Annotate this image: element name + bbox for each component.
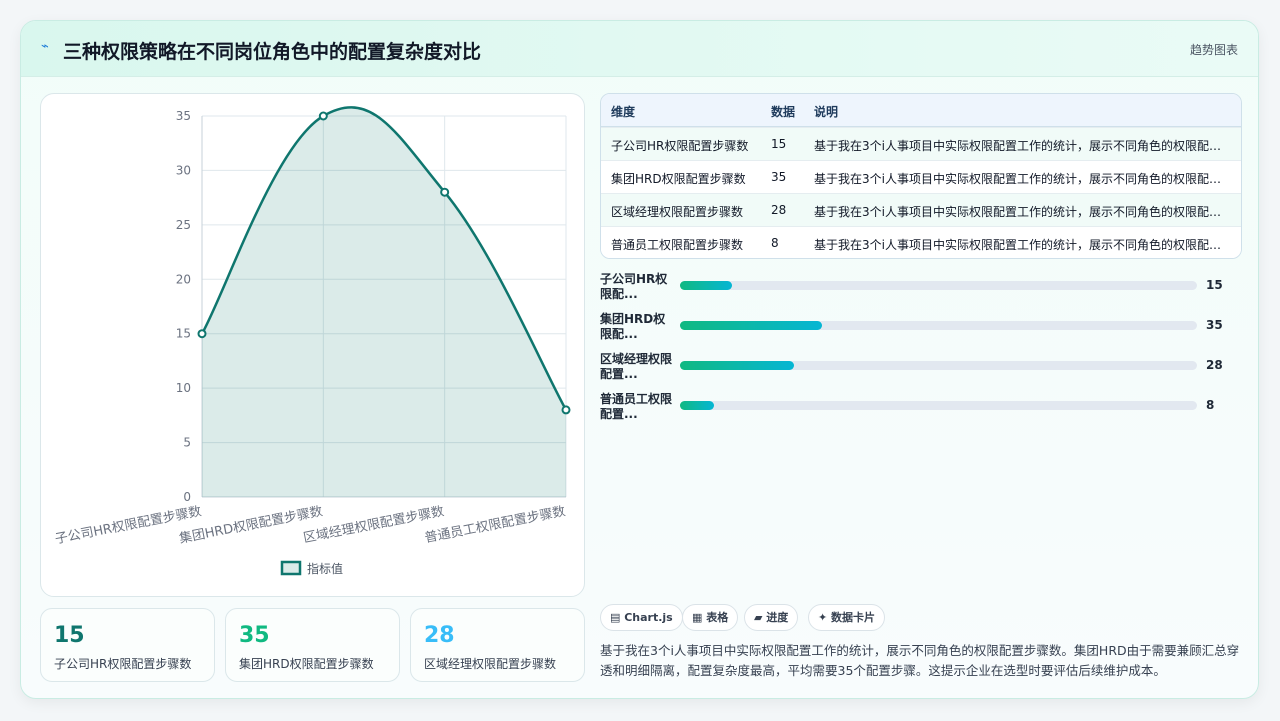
progress-fill (680, 281, 732, 290)
y-tick-label: 5 (183, 436, 191, 450)
main-card: ⌁ 三种权限策略在不同岗位角色中的配置复杂度对比 趋势图表 0 5 10 15 20 25… (20, 20, 1259, 699)
progress-row: 子公司HR权限配... 15 (600, 272, 1240, 306)
chip-table[interactable]: ▦ 表格 (682, 604, 739, 631)
x-tick-label: 区域经理权限配置步骤数 (302, 503, 445, 546)
table-cell: 8 (771, 236, 779, 250)
y-tick-label: 0 (183, 490, 191, 504)
progress-label: 普通员工权限配置... (600, 392, 673, 421)
stat-value: 15 (54, 623, 85, 648)
legend-swatch (280, 560, 302, 576)
chip-progress[interactable]: ▰ 进度 (744, 604, 799, 631)
stat-label: 区域经理权限配置步骤数 (424, 657, 557, 671)
table-row: 区域经理权限配置步骤数 28 基于我在3个i人事项目中实际权限配置工作的统计，展… (601, 193, 1241, 226)
stat-label: 集团HRD权限配置步骤数 (239, 657, 374, 671)
description-text: 基于我在3个i人事项目中实际权限配置工作的统计，展示不同角色的权限配置步骤数。集… (600, 643, 1240, 678)
chart-type-tag: 趋势图表 (1189, 43, 1238, 57)
progress-value: 8 (1206, 398, 1215, 412)
stat-value: 35 (239, 623, 270, 648)
area-chart: 05101520253035子公司HR权限配置步骤数集团HRD权限配置步骤数区域… (54, 106, 571, 576)
data-point (561, 405, 571, 415)
progress-value: 15 (1206, 278, 1223, 292)
chip-chartjs[interactable]: ▤ Chart.js (600, 604, 683, 631)
table-header-cell: 数据 (771, 105, 796, 119)
progress-track (680, 321, 1197, 330)
progress-row: 区域经理权限配置... 28 (600, 352, 1240, 386)
progress-value: 35 (1206, 318, 1223, 332)
progress-label: 子公司HR权限配... (600, 272, 668, 301)
y-tick-label: 25 (176, 218, 191, 232)
table-cell: 28 (771, 203, 787, 217)
page-title: 三种权限策略在不同岗位角色中的配置复杂度对比 (63, 41, 482, 63)
card-header: ⌁ 三种权限策略在不同岗位角色中的配置复杂度对比 趋势图表 (21, 21, 1258, 77)
table-cell: 基于我在3个i人事项目中实际权限配置工作的统计，展示不同角色的权限配置步骤数。 (814, 172, 1224, 186)
progress-label: 集团HRD权限配... (600, 312, 666, 341)
y-tick-label: 35 (176, 109, 191, 123)
data-point (318, 111, 328, 121)
bolt-icon: ⌁ (41, 39, 49, 54)
table-row: 集团HRD权限配置步骤数 35 基于我在3个i人事项目中实际权限配置工作的统计，… (601, 160, 1241, 193)
stat-card-1: 15 子公司HR权限配置步骤数 (40, 608, 215, 682)
progress-track (680, 281, 1197, 290)
y-tick-label: 15 (176, 327, 191, 341)
table-cell: 基于我在3个i人事项目中实际权限配置工作的统计，展示不同角色的权限配置步骤数。 (814, 205, 1224, 219)
progress-value: 28 (1206, 358, 1223, 372)
chart-panel: 0 5 10 15 20 25 30 35 子公司HR权限配置步骤数 集团HRD权限配置步骤数 区域… (40, 93, 585, 597)
progress-fill (680, 361, 794, 370)
table-cell: 子公司HR权限配置步骤数 (611, 139, 749, 153)
table-header-row: 维度 数据 说明 (601, 94, 1241, 127)
stat-card-2: 35 集团HRD权限配置步骤数 (225, 608, 400, 682)
y-tick-label: 20 (176, 272, 191, 286)
chip-data-card[interactable]: ✦ 数据卡片 (808, 604, 886, 631)
progress-row: 集团HRD权限配... 35 (600, 312, 1240, 346)
progress-track (680, 361, 1197, 370)
data-point (440, 187, 450, 197)
y-tick-label: 10 (176, 381, 191, 395)
table-row: 普通员工权限配置步骤数 8 基于我在3个i人事项目中实际权限配置工作的统计，展示… (601, 226, 1241, 258)
table-cell: 区域经理权限配置步骤数 (611, 205, 744, 219)
x-tick-label: 普通员工权限配置步骤数 (423, 503, 566, 546)
legend-label: 指标值 (307, 561, 343, 576)
stat-label: 子公司HR权限配置步骤数 (54, 657, 192, 671)
table-cell: 基于我在3个i人事项目中实际权限配置工作的统计，展示不同角色的权限配置步骤数。 (814, 139, 1224, 153)
y-tick-label: 30 (176, 163, 191, 177)
progress-label: 区域经理权限配置... (600, 352, 673, 381)
data-point (197, 329, 207, 339)
progress-row: 普通员工权限配置... 8 (600, 392, 1240, 426)
table-cell: 15 (771, 137, 787, 151)
table-cell: 35 (771, 170, 787, 184)
data-table: 维度 数据 说明 子公司HR权限配置步骤数 15 基于我在3个i人事项目中实际权… (600, 93, 1242, 259)
progress-fill (680, 401, 714, 410)
stat-value: 28 (424, 623, 455, 648)
table-header-cell: 维度 (611, 105, 636, 119)
table-cell: 集团HRD权限配置步骤数 (611, 172, 746, 186)
progress-track (680, 401, 1197, 410)
table-cell: 基于我在3个i人事项目中实际权限配置工作的统计，展示不同角色的权限配置步骤数。 (814, 238, 1224, 252)
progress-fill (680, 321, 823, 330)
table-header-cell: 说明 (814, 105, 839, 119)
table-cell: 普通员工权限配置步骤数 (611, 238, 744, 252)
stat-card-3: 28 区域经理权限配置步骤数 (410, 608, 585, 682)
table-row: 子公司HR权限配置步骤数 15 基于我在3个i人事项目中实际权限配置工作的统计，… (601, 127, 1241, 160)
